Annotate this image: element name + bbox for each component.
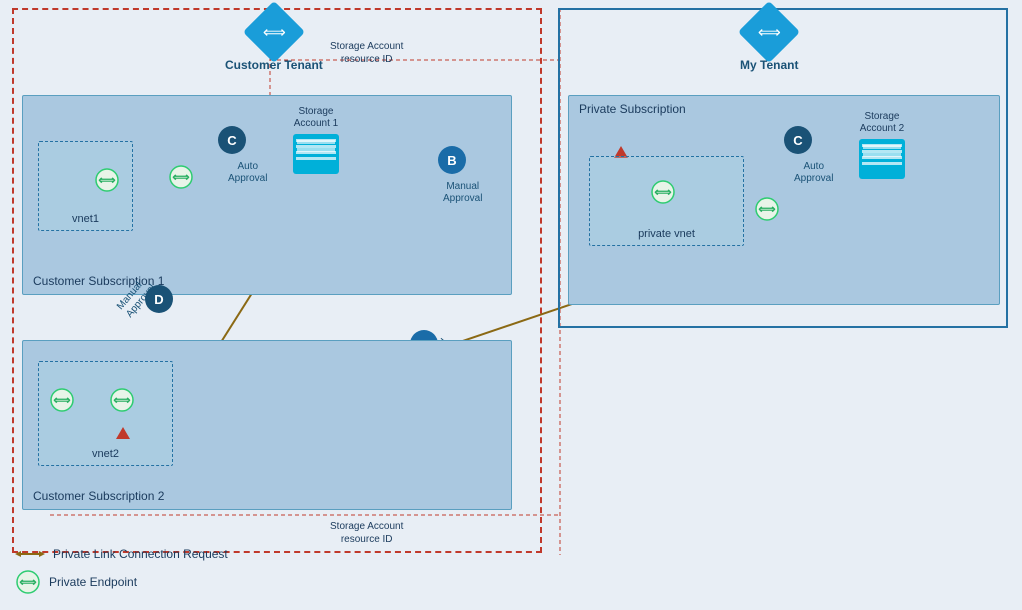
storage1-label: StorageAccount 1: [294, 106, 338, 130]
auto-approval-c2: AutoApproval: [794, 161, 833, 185]
badge-b: B: [438, 146, 466, 174]
vnet2-label: vnet2: [92, 448, 119, 460]
svg-text:⟺: ⟺: [758, 202, 775, 216]
legend-arrow-label: Private Link Connection Request: [53, 547, 228, 561]
vnet2-box: vnet2 ⟺ ⟺: [38, 361, 173, 466]
private-sub-label: Private Subscription: [579, 102, 686, 116]
vnet1-pe-icon: ⟺: [94, 167, 120, 198]
vnet1-box: vnet1 ⟺: [38, 141, 133, 231]
legend: Private Link Connection Request ⟺ Privat…: [15, 547, 228, 595]
private-sub-box: Private Subscription private vnet ⟺ C Au…: [568, 95, 1000, 305]
private-vnet-label: private vnet: [638, 228, 695, 240]
my-tenant-icon: My Tenant: [740, 10, 798, 72]
legend-pe-icon: ⟺: [15, 569, 41, 595]
diagram-container: Customer Tenant My Tenant Storage Accoun…: [0, 0, 1022, 610]
vnet1-label: vnet1: [72, 213, 99, 225]
legend-pe-label: Private Endpoint: [49, 575, 137, 589]
svg-text:⟺: ⟺: [113, 393, 130, 407]
svg-text:⟺: ⟺: [654, 185, 671, 199]
svg-text:⟺: ⟺: [53, 393, 70, 407]
storage-account-2: StorageAccount 2: [859, 111, 905, 179]
red-triangle-sub2: [116, 427, 130, 439]
svg-text:⟺: ⟺: [172, 170, 189, 184]
customer-sub2-box: Customer Subscription 2 vnet2 ⟺ ⟺: [22, 340, 512, 510]
svg-text:⟺: ⟺: [19, 575, 36, 589]
badge-c2: C: [784, 126, 812, 154]
customer-sub2-label: Customer Subscription 2: [33, 489, 164, 503]
storage-resource-id-bottom: Storage Accountresource ID: [330, 520, 403, 546]
storage2-icon: [859, 139, 905, 179]
legend-arrow-item: Private Link Connection Request: [15, 547, 228, 561]
private-vnet-box: private vnet ⟺: [589, 156, 744, 246]
my-tenant-diamond: [738, 1, 800, 63]
legend-pe-item: ⟺ Private Endpoint: [15, 569, 228, 595]
storage-resource-id-top: Storage Accountresource ID: [330, 40, 403, 66]
auto-approval-c1: AutoApproval: [228, 161, 267, 185]
badge-c1: C: [218, 126, 246, 154]
customer-sub1-box: Customer Subscription 1 vnet1 ⟺ C AutoAp…: [22, 95, 512, 295]
storage-account-1: StorageAccount 1: [293, 106, 339, 174]
manual-approval-b: ManualApproval: [443, 181, 482, 205]
svg-text:⟺: ⟺: [98, 173, 115, 187]
pe-endpoint-sub1: ⟺: [168, 164, 194, 195]
vnet2-pe-outer: ⟺: [49, 387, 75, 418]
private-vnet-pe: ⟺: [650, 179, 676, 210]
customer-tenant-diamond: [243, 1, 305, 63]
pe-endpoint-private: ⟺: [754, 196, 780, 227]
vnet2-pe-inner: ⟺: [109, 387, 135, 418]
customer-tenant-icon: Customer Tenant: [225, 10, 323, 72]
legend-arrow-icon: [15, 547, 45, 561]
storage2-label: StorageAccount 2: [860, 111, 904, 135]
storage1-icon: [293, 134, 339, 174]
